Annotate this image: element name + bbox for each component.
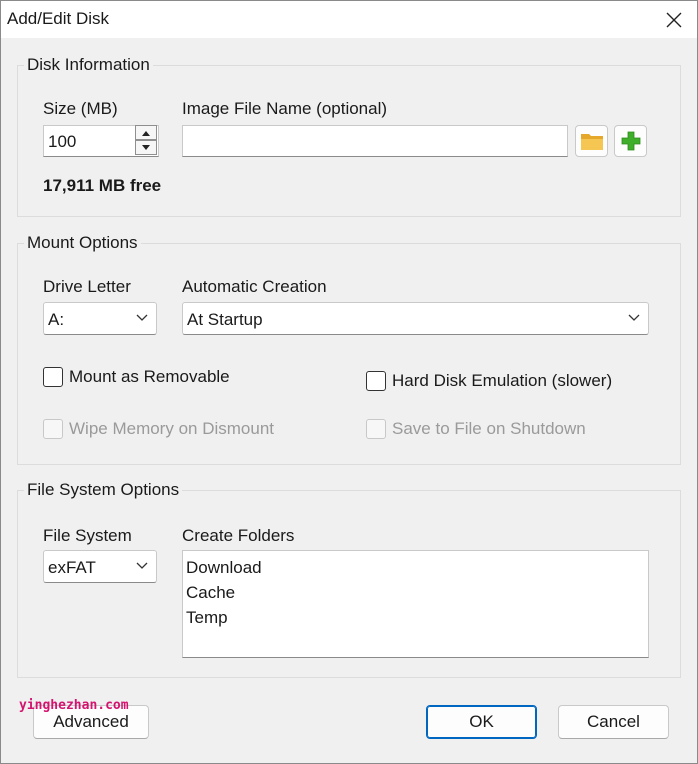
create-file-button[interactable] bbox=[614, 125, 647, 157]
dialog-window: Add/Edit Disk Disk Information Size (MB)… bbox=[0, 0, 698, 764]
folder-item: Cache bbox=[186, 583, 236, 602]
checkbox-box bbox=[366, 371, 386, 391]
folder-item: Download bbox=[186, 558, 262, 577]
hard-disk-emulation-label: Hard Disk Emulation (slower) bbox=[392, 371, 613, 390]
mount-removable-label: Mount as Removable bbox=[69, 367, 230, 386]
plus-icon bbox=[621, 131, 640, 151]
image-file-input[interactable] bbox=[182, 125, 568, 157]
free-space-text: 17,911 MB free bbox=[43, 176, 162, 195]
close-icon bbox=[666, 12, 682, 27]
ok-button[interactable]: OK bbox=[426, 705, 537, 739]
file-system-value: exFAT bbox=[48, 558, 96, 577]
drive-letter-label: Drive Letter bbox=[43, 277, 131, 296]
mount-removable-checkbox[interactable]: Mount as Removable bbox=[43, 367, 230, 387]
browse-file-button[interactable] bbox=[575, 125, 608, 157]
drive-letter-dropdown[interactable]: A: bbox=[43, 302, 157, 335]
checkbox-box bbox=[43, 367, 63, 387]
save-on-shutdown-label: Save to File on Shutdown bbox=[392, 419, 586, 438]
automatic-creation-value: At Startup bbox=[187, 310, 263, 329]
window-title: Add/Edit Disk bbox=[7, 9, 110, 28]
title-bar: Add/Edit Disk bbox=[1, 1, 697, 38]
folder-icon bbox=[580, 134, 603, 150]
automatic-creation-dropdown[interactable]: At Startup bbox=[182, 302, 649, 335]
chevron-down-icon bbox=[628, 314, 640, 321]
arrow-up-icon bbox=[142, 130, 150, 136]
chevron-down-icon bbox=[136, 562, 148, 569]
size-label: Size (MB) bbox=[43, 99, 118, 118]
file-system-dropdown[interactable]: exFAT bbox=[43, 550, 157, 583]
wipe-memory-label: Wipe Memory on Dismount bbox=[69, 419, 275, 438]
save-on-shutdown-checkbox[interactable]: Save to File on Shutdown bbox=[366, 419, 586, 439]
chevron-down-icon bbox=[136, 314, 148, 321]
watermark-text: yinghezhan.com bbox=[19, 698, 129, 713]
file-system-options-legend: File System Options bbox=[24, 480, 183, 500]
arrow-down-icon bbox=[142, 144, 150, 150]
hard-disk-emulation-checkbox[interactable]: Hard Disk Emulation (slower) bbox=[366, 371, 612, 391]
wipe-memory-checkbox[interactable]: Wipe Memory on Dismount bbox=[43, 419, 274, 439]
close-button[interactable] bbox=[651, 1, 697, 38]
size-decrement-button[interactable] bbox=[135, 140, 157, 155]
file-system-label: File System bbox=[43, 526, 132, 545]
checkbox-box bbox=[366, 419, 386, 439]
image-file-label: Image File Name (optional) bbox=[182, 99, 388, 118]
cancel-button[interactable]: Cancel bbox=[558, 705, 669, 739]
mount-options-legend: Mount Options bbox=[24, 233, 141, 253]
create-folders-textarea[interactable]: Download Cache Temp bbox=[182, 550, 649, 658]
automatic-creation-label: Automatic Creation bbox=[182, 277, 327, 296]
disk-information-legend: Disk Information bbox=[24, 55, 153, 75]
drive-letter-value: A: bbox=[48, 310, 65, 329]
folder-item: Temp bbox=[186, 608, 228, 627]
checkbox-box bbox=[43, 419, 63, 439]
create-folders-label: Create Folders bbox=[182, 526, 295, 545]
size-increment-button[interactable] bbox=[135, 125, 157, 140]
